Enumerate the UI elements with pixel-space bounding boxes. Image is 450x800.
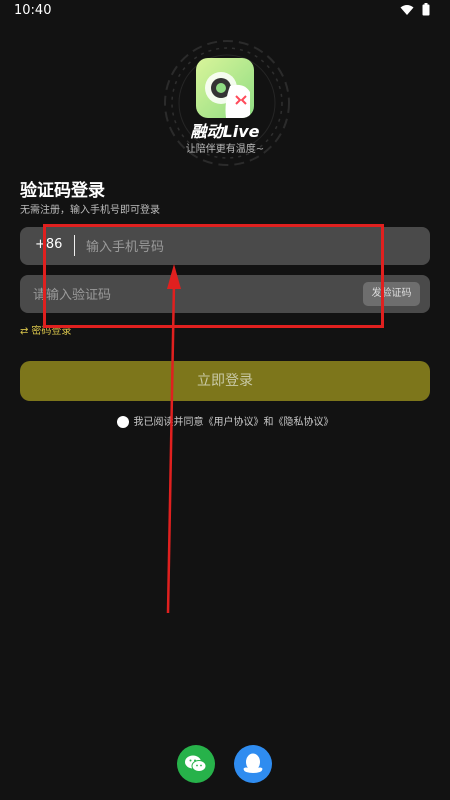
annotation-arrow [166,264,181,614]
